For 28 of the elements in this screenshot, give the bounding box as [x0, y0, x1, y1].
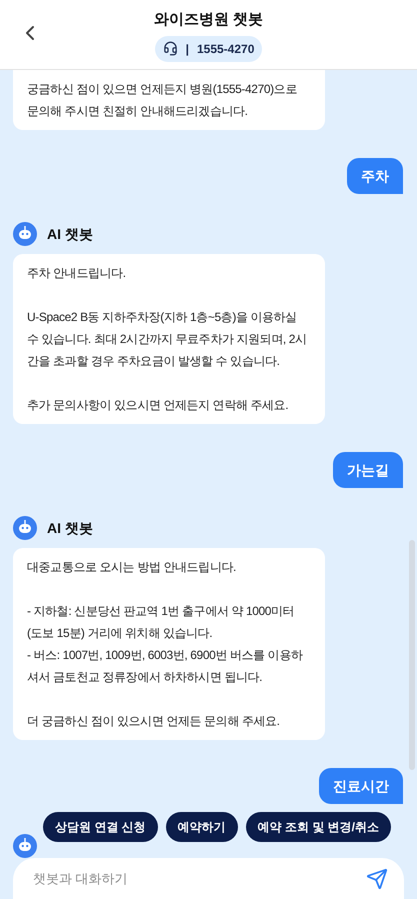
- phone-number: 1555-4270: [196, 40, 254, 58]
- message-text: - 지하철: 신분당선 판교역 1번 출구에서 약 1000미터 (도보 15분) 거리에 위치해 있습니다.: [27, 603, 296, 642]
- message-text: 대중교통으로 오시는 방법 안내드립니다.: [27, 559, 237, 576]
- message-text: 더 궁금하신 점이 있으시면 언제든 문의해 주세요.: [27, 713, 281, 730]
- sender-name: AI 챗봇: [47, 224, 93, 244]
- message-input[interactable]: 챗봇과 대화하기: [33, 868, 366, 888]
- send-icon[interactable]: [366, 868, 388, 890]
- scroll-bar[interactable]: [409, 540, 415, 770]
- robot-avatar-icon: [13, 516, 37, 540]
- quick-reply-chip[interactable]: 예약 조회 및 변경/취소: [246, 812, 392, 842]
- message-text: 궁금하신 점이 있으면 언제든지 병원(1555-4270)으로 문의해 주시면 친절히 안내해드리겠습니다.: [27, 81, 298, 120]
- headset-icon: [162, 41, 178, 56]
- user-message: 주차: [347, 158, 403, 194]
- message-text: 추가 문의사항이 있으시면 언제든지 연락해 주세요.: [27, 397, 290, 414]
- user-message: 진료시간: [319, 768, 403, 804]
- message-text: - 버스: 1007번, 1009번, 6003번, 6900번 버스를 이용하셔서 금토천교 정류장에서 하차하시면 됩니다.: [27, 647, 304, 686]
- user-message: 가는길: [333, 452, 403, 488]
- phone-pill[interactable]: | 1555-4270: [154, 36, 262, 62]
- message-text: 주차 안내드립니다.: [27, 265, 127, 282]
- chat-title: 와이즈병원 챗봇: [154, 10, 264, 30]
- quick-reply-chip[interactable]: 예약하기: [166, 812, 238, 842]
- quick-reply-chip[interactable]: 상담원 연결 신청: [43, 812, 158, 842]
- chat-input[interactable]: 챗봇과 대화하기: [13, 858, 404, 899]
- robot-avatar-icon: [13, 834, 37, 858]
- message-text: U-Space2 B동 지하주차장(지하 1층~5층)을 이용하실 수 있습니다. 최대 2시간까지 무료주차가 지원되며, 2시간을 초과할 경우 주차요금이 발생할 수 있습니다.: [27, 309, 308, 370]
- sender-name: AI 챗봇: [47, 518, 93, 538]
- robot-avatar-icon: [13, 222, 37, 246]
- separator: |: [186, 40, 189, 58]
